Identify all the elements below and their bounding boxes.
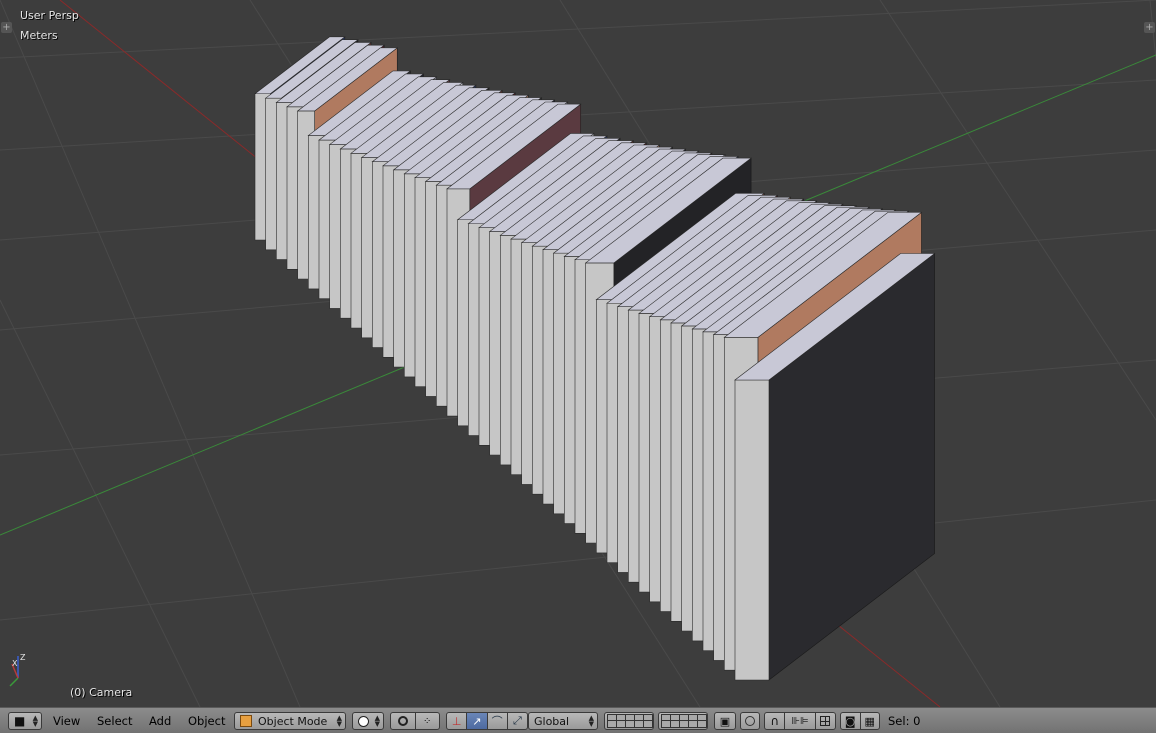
proportional-edit-icon xyxy=(745,716,755,726)
layers-grid-icon xyxy=(661,714,707,728)
layers-group-2[interactable] xyxy=(658,712,708,730)
dots-icon: ⁘ xyxy=(423,715,432,727)
snap-element-select[interactable]: ⊪⊫ xyxy=(785,713,816,729)
units-label: Meters xyxy=(20,29,58,42)
snap-group[interactable]: ∩ ⊪⊫ xyxy=(764,712,836,730)
3d-view-header: ■ ▲ ▼ View Select Add Object Object Mode … xyxy=(0,707,1156,733)
clapper-icon: ▦ xyxy=(864,714,875,728)
pivot-point-group[interactable]: ⁘ xyxy=(390,712,440,730)
snap-grid-icon xyxy=(820,716,831,726)
scale-manipulator[interactable]: ⤢ xyxy=(508,713,527,729)
book-spine xyxy=(734,379,770,681)
manipulator-toggle[interactable]: ⊥ xyxy=(447,713,468,729)
mode-label: Object Mode xyxy=(258,714,328,728)
grid-line xyxy=(0,299,201,707)
proportional-edit-button[interactable] xyxy=(740,712,760,730)
arrow-icon: ↗ xyxy=(472,714,482,728)
add-menu[interactable]: Add xyxy=(149,714,171,728)
transform-manipulator-icon: ⊥ xyxy=(451,714,462,728)
orientation-label: Global xyxy=(534,714,570,728)
lock-layers-button[interactable]: ▣ xyxy=(714,712,736,730)
object-info-label: (0) Camera xyxy=(70,686,133,699)
render-animation-button[interactable]: ▦ xyxy=(861,713,880,729)
snap-increment-icon: ⊪⊫ xyxy=(791,715,809,727)
cube-icon: ■ xyxy=(14,714,26,728)
pivot-point-button[interactable] xyxy=(391,713,416,729)
rotate-icon: ⌒ xyxy=(491,715,503,728)
axis-gizmo: Z X xyxy=(9,653,26,687)
manipulate-centers-button[interactable]: ⁘ xyxy=(416,713,440,729)
chevron-updown-icon: ▲ ▼ xyxy=(32,714,38,728)
chevron-updown-icon: ▲ ▼ xyxy=(374,714,380,728)
layer-buttons-2[interactable] xyxy=(659,713,707,729)
3d-viewport[interactable]: User Persp Meters (0) Camera + + Z X xyxy=(0,0,1156,707)
transform-orientation-select[interactable]: Global ▲ ▼ xyxy=(528,712,598,730)
region-split-plus-icon-right[interactable]: + xyxy=(1144,22,1155,33)
chevron-updown-icon: ▲ ▼ xyxy=(588,714,594,728)
view-name-label: User Persp xyxy=(20,9,79,22)
object-mode-icon xyxy=(240,715,252,727)
snap-toggle[interactable]: ∩ xyxy=(765,713,786,729)
scale-icon: ⤢ xyxy=(512,714,522,727)
gizmo-x-label: X xyxy=(12,659,18,668)
layer-buttons-1[interactable] xyxy=(605,713,653,729)
render-opengl-button[interactable]: ◙ xyxy=(841,713,861,729)
view-menu[interactable]: View xyxy=(53,714,80,728)
select-menu[interactable]: Select xyxy=(97,714,132,728)
camera-icon: ◙ xyxy=(844,714,856,728)
layers-group-1[interactable] xyxy=(604,712,654,730)
snap-target-button[interactable] xyxy=(816,713,835,729)
translate-manipulator[interactable]: ↗ xyxy=(467,713,488,729)
pivot-point-icon xyxy=(397,716,408,726)
viewport-scene[interactable] xyxy=(0,0,1156,707)
lock-icon: ▣ xyxy=(719,714,731,728)
chevron-updown-icon: ▲ ▼ xyxy=(336,714,342,728)
layers-grid-icon xyxy=(607,714,653,728)
editor-type-button[interactable]: ■ ▲ ▼ xyxy=(8,712,42,730)
mode-select[interactable]: Object Mode ▲ ▼ xyxy=(234,712,346,730)
rotate-manipulator[interactable]: ⌒ xyxy=(488,713,508,729)
selection-count: Sel: 0 xyxy=(888,714,921,728)
magnet-icon: ∩ xyxy=(770,714,780,728)
manipulator-group[interactable]: ⊥ ↗ ⌒ ⤢ xyxy=(446,712,528,730)
solid-sphere-icon xyxy=(358,715,369,727)
viewport-shading-button[interactable]: ▲ ▼ xyxy=(352,712,384,730)
object-menu[interactable]: Object xyxy=(188,714,225,728)
region-split-plus-icon[interactable]: + xyxy=(1,22,12,33)
gizmo-z-label: Z xyxy=(20,653,26,662)
render-group[interactable]: ◙ ▦ xyxy=(840,712,880,730)
